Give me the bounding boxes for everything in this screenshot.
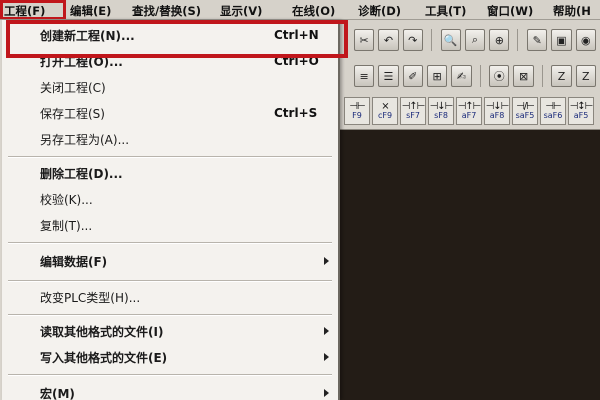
ladder-key-saf6[interactable]: ⊣⊢ saF6 [540,97,566,125]
ladder-key-af7[interactable]: ⊣↑⊢ aF7 [456,97,482,125]
find-device-icon[interactable]: ⌕ [464,29,486,51]
ladder-symbol-bar: ⊣⊢ F9 ⨯ cF9 ⊣↑⊢ sF7 ⊣↓⊢ sF8 ⊣↑⊢ aF7 ⊣↓⊢ … [340,96,600,126]
device-icon[interactable]: ◉ [575,29,596,51]
menu-edit[interactable]: 编辑(E) [70,3,111,19]
statement-icon[interactable]: ⊞ [426,65,448,87]
find-icon[interactable]: 🔍 [440,29,461,51]
submenu-arrow-icon [324,389,329,397]
menu-separator [8,374,332,376]
menu-separator [8,242,332,244]
ladder-key-f9[interactable]: ⊣⊢ F9 [344,97,370,125]
menu-find-replace[interactable]: 查找/替换(S) [132,3,201,19]
falling-pulse-icon: ⊣↓⊢ [429,101,454,112]
menu-online[interactable]: 在线(O) [292,3,335,19]
menu-help[interactable]: 帮助(H [553,3,591,19]
monitor-icon[interactable]: ▣ [551,29,572,51]
menu-item-save-project[interactable]: 保存工程(S) Ctrl+S [2,102,338,124]
create-new-project-highlight [6,20,348,58]
note-icon[interactable]: ✍ [451,65,472,87]
monitor-stop-icon[interactable]: ⊠ [513,65,534,87]
menu-item-copy[interactable]: 复制(T)... [2,214,338,236]
list-icon[interactable]: ☰ [378,65,399,87]
redo-icon[interactable]: ↷ [402,29,423,51]
toolbar-row-1: ✂ ↶ ↷ 🔍 ⌕ ⊕ ✎ ▣ ◉ [340,26,600,54]
menu-separator [8,156,332,158]
menu-item-close-project[interactable]: 关闭工程(C) [2,76,338,98]
undo-icon[interactable]: ↶ [378,29,399,51]
menu-project-highlight [0,0,66,19]
toolbar-area: ✂ ↶ ↷ 🔍 ⌕ ⊕ ✎ ▣ ◉ ≡ ☰ ✐ ⊞ ✍ ⦿ ⊠ Z Z ⊣⊢ F… [340,20,600,130]
rising-pulse-icon: ⊣↑⊢ [401,101,426,112]
menu-diagnose[interactable]: 诊断(D) [358,3,401,19]
menu-bar: 工程(F) 编辑(E) 查找/替换(S) 显示(V) 在线(O) 诊断(D) 工… [0,0,600,20]
submenu-arrow-icon [324,257,329,265]
menu-separator [8,280,332,282]
cut-icon[interactable]: ✂ [354,29,375,51]
ladder-editor-area[interactable] [340,130,600,400]
parallel-rising-icon: ⊣↑⊢ [457,101,482,112]
menu-item-edit-data[interactable]: 编辑数据(F) [2,250,338,272]
project-dropdown-menu: 创建新工程(N)... Ctrl+N 打开工程(O)... Ctrl+O 关闭工… [2,20,348,400]
monitor-start-icon[interactable]: ⦿ [489,65,510,87]
convert-icon[interactable]: Z [551,65,572,87]
convert-all-icon[interactable]: Z [575,65,596,87]
horizontal-line-icon: ⊣⊢ [349,101,365,112]
ladder-key-af5[interactable]: ⊣↕⊢ aF5 [568,97,594,125]
operation-result-icon: ⊣↕⊢ [569,101,594,112]
menu-window[interactable]: 窗口(W) [487,3,533,19]
invert-icon: ⊣/⊢ [516,101,535,112]
ladder-key-sf8[interactable]: ⊣↓⊢ sF8 [428,97,454,125]
contact-icon: ⊣⊢ [545,101,561,112]
menu-item-macro[interactable]: 宏(M) [2,382,338,400]
menu-item-read-other-format[interactable]: 读取其他格式的文件(I) [2,320,338,342]
menu-item-verify[interactable]: 校验(K)... [2,188,338,210]
submenu-arrow-icon [324,327,329,335]
write-icon[interactable]: ✎ [527,29,548,51]
ladder-key-cf9[interactable]: ⨯ cF9 [372,97,398,125]
menu-item-write-other-format[interactable]: 写入其他格式的文件(E) [2,346,338,368]
ladder-key-saf5[interactable]: ⊣/⊢ saF5 [512,97,538,125]
menu-tools[interactable]: 工具(T) [425,3,466,19]
comment-icon[interactable]: ✐ [402,65,423,87]
menu-view[interactable]: 显示(V) [220,3,262,19]
submenu-arrow-icon [324,353,329,361]
ladder-key-sf7[interactable]: ⊣↑⊢ sF7 [400,97,426,125]
menu-item-save-project-as[interactable]: 另存工程为(A)... [2,128,338,150]
menu-separator [8,314,332,316]
parallel-falling-icon: ⊣↓⊢ [485,101,510,112]
menu-item-delete-project[interactable]: 删除工程(D)... [2,162,338,184]
ladder-key-af8[interactable]: ⊣↓⊢ aF8 [484,97,510,125]
menu-item-change-plc-type[interactable]: 改变PLC类型(H)... [2,286,338,308]
toolbar-row-2: ≡ ☰ ✐ ⊞ ✍ ⦿ ⊠ Z Z [340,62,600,90]
find-instruction-icon[interactable]: ⊕ [489,29,510,51]
ladder-icon[interactable]: ≡ [354,65,375,87]
delete-line-icon: ⨯ [381,101,389,112]
